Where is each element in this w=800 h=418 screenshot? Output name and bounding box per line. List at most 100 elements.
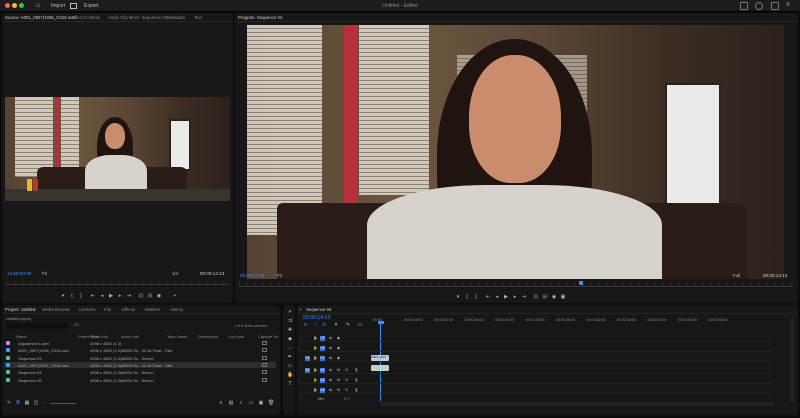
program-play-icon[interactable]: ▶	[503, 294, 509, 300]
source-patch-button[interactable]	[305, 388, 310, 393]
item-checkbox[interactable]	[262, 341, 267, 345]
ripple-edit-tool-icon[interactable]: ✥	[287, 327, 293, 333]
clear-icon[interactable]: 🗑	[268, 400, 274, 406]
list-view-icon[interactable]: ≣	[15, 400, 21, 406]
write-mode-icon[interactable]: ✎	[6, 400, 12, 406]
timeline-scrollbar[interactable]	[380, 402, 774, 406]
find-icon[interactable]: ⌕	[238, 400, 244, 406]
lock-track-icon[interactable]: 🔒	[313, 356, 318, 361]
progress-icon[interactable]	[755, 2, 763, 10]
item-checkbox[interactable]	[262, 348, 267, 353]
label-color-chip[interactable]	[6, 341, 10, 345]
item-checkbox[interactable]	[262, 355, 267, 360]
add-marker-timeline-icon[interactable]: ▾	[333, 322, 339, 328]
voice-over-icon[interactable]: 🎙	[354, 378, 359, 383]
label-color-chip[interactable]	[6, 348, 10, 353]
voice-over-icon[interactable]: 🎙	[354, 388, 359, 393]
close-sequence-icon[interactable]: ×	[299, 307, 302, 312]
mix-value[interactable]: 0.0	[344, 396, 350, 401]
tab-text[interactable]: Text	[194, 15, 202, 20]
sync-lock-icon[interactable]: ⇋	[328, 388, 333, 393]
solo-icon[interactable]: S	[344, 388, 349, 393]
mute-icon[interactable]: M	[336, 378, 341, 383]
tab-history[interactable]: History	[170, 307, 183, 312]
hand-tool-icon[interactable]: ✋	[287, 372, 293, 378]
tab-metadata[interactable]: Metadata	[167, 15, 185, 20]
mark-out-icon[interactable]: }	[78, 293, 84, 299]
tab-effects[interactable]: Effects	[122, 307, 135, 312]
sync-lock-icon[interactable]: ⇋	[328, 346, 333, 351]
pen-tool-icon[interactable]: ✒	[287, 354, 293, 360]
lock-track-icon[interactable]: 🔒	[313, 378, 318, 383]
program-playhead[interactable]	[579, 281, 583, 285]
insert-sequence-icon[interactable]: ⊏	[303, 322, 309, 328]
timeline-settings-icon[interactable]: ✎	[345, 322, 351, 328]
new-item-icon[interactable]: ▣	[258, 400, 264, 406]
source-timecode[interactable]: 13:59:20:09	[7, 271, 31, 276]
comparison-view-icon[interactable]: ▣	[560, 294, 566, 300]
track-select-tool-icon[interactable]: ⇉	[287, 318, 293, 324]
tab-program[interactable]: Program: Sequence 04	[238, 15, 282, 20]
mute-icon[interactable]: M	[336, 388, 341, 393]
freeform-view-icon[interactable]: ◫	[33, 400, 39, 406]
timeline-timecode[interactable]: 00:00:14:13	[303, 315, 330, 321]
source-patch-button[interactable]: A1	[305, 368, 310, 373]
project-item-row[interactable]: Adjustment Layer 4096 x 4802 (1.0)	[4, 340, 276, 346]
program-fit-dropdown[interactable]: Fit	[277, 273, 282, 278]
source-settings-icon[interactable]: +	[172, 293, 178, 299]
go-to-in-icon[interactable]: ⇤	[90, 293, 96, 299]
program-step-forward-icon[interactable]: ▸	[512, 294, 518, 300]
track-label[interactable]: A3	[320, 388, 325, 393]
fullscreen-icon[interactable]	[771, 2, 779, 10]
tab-project[interactable]: Project: Untitled	[5, 307, 35, 312]
solo-icon[interactable]: S	[344, 368, 349, 373]
linked-selection-icon[interactable]: ⊐	[321, 322, 327, 328]
selection-tool-icon[interactable]: ➤	[287, 309, 293, 315]
rectangle-tool-icon[interactable]: ▭	[287, 363, 293, 369]
step-forward-icon[interactable]: ▸	[117, 293, 123, 299]
overwrite-icon[interactable]: ⊟	[147, 293, 153, 299]
program-add-marker-icon[interactable]: ▾	[455, 294, 461, 300]
toggle-output-icon[interactable]: ◉	[336, 356, 341, 361]
program-video-frame[interactable]	[247, 25, 784, 279]
col-name[interactable]: Name	[16, 334, 27, 339]
lock-track-icon[interactable]: 🔒	[313, 336, 318, 341]
item-checkbox[interactable]	[262, 362, 267, 367]
track-label[interactable]: A1	[320, 368, 325, 373]
lock-track-icon[interactable]: 🔒	[313, 388, 318, 393]
voice-over-icon[interactable]: 🎙	[354, 368, 359, 373]
zoom-out-icon[interactable]: ◦	[42, 400, 48, 406]
project-item-row[interactable]: Sequence 03 4096 x 4802 (1.0) 48000 Hz - S…	[4, 355, 276, 361]
program-time-ruler[interactable]	[239, 283, 793, 287]
item-checkbox[interactable]	[262, 377, 267, 382]
new-bin-icon[interactable]: ▭	[74, 322, 79, 328]
play-icon[interactable]: ▶	[108, 293, 114, 299]
col-video-info[interactable]: Video Info	[90, 334, 108, 339]
sync-lock-icon[interactable]: ⇋	[328, 378, 333, 383]
sync-lock-icon[interactable]: ⇋	[328, 368, 333, 373]
lock-track-icon[interactable]: 🔒	[313, 368, 318, 373]
toggle-output-icon[interactable]: ◉	[336, 346, 341, 351]
mark-in-icon[interactable]: {	[69, 293, 75, 299]
source-patch-button[interactable]	[305, 346, 310, 351]
captions-icon[interactable]: ▭	[357, 322, 363, 328]
project-item-row[interactable]: Sequence 05 4096 x 4802 (1.0) 48000 Hz - S…	[4, 377, 276, 383]
tab-info[interactable]: Info	[104, 307, 111, 312]
col-description[interactable]: Description	[198, 334, 218, 339]
program-timecode[interactable]: 00:00:14:13	[240, 273, 264, 278]
item-checkbox[interactable]	[262, 370, 267, 375]
tab-audio-clip-mixer[interactable]: Audio Clip Mixer: Sequence 04	[108, 15, 167, 20]
label-color-chip[interactable]	[6, 377, 10, 382]
tab-libraries[interactable]: Libraries	[79, 307, 95, 312]
label-color-chip[interactable]	[6, 370, 10, 375]
track-label[interactable]: V1	[320, 356, 325, 361]
program-step-back-icon[interactable]: ◂	[494, 294, 500, 300]
sync-lock-icon[interactable]: ⇋	[328, 356, 333, 361]
col-capture-settings[interactable]: Capture Se	[258, 334, 278, 339]
automate-icon[interactable]: ▤	[228, 400, 234, 406]
tab-media-browser[interactable]: Media Browser	[42, 307, 71, 312]
sort-icon[interactable]: ≡	[218, 400, 224, 406]
program-quality-dropdown[interactable]: Full	[733, 273, 740, 278]
quick-export-icon[interactable]	[740, 2, 748, 10]
program-export-frame-icon[interactable]: ◉	[551, 294, 557, 300]
